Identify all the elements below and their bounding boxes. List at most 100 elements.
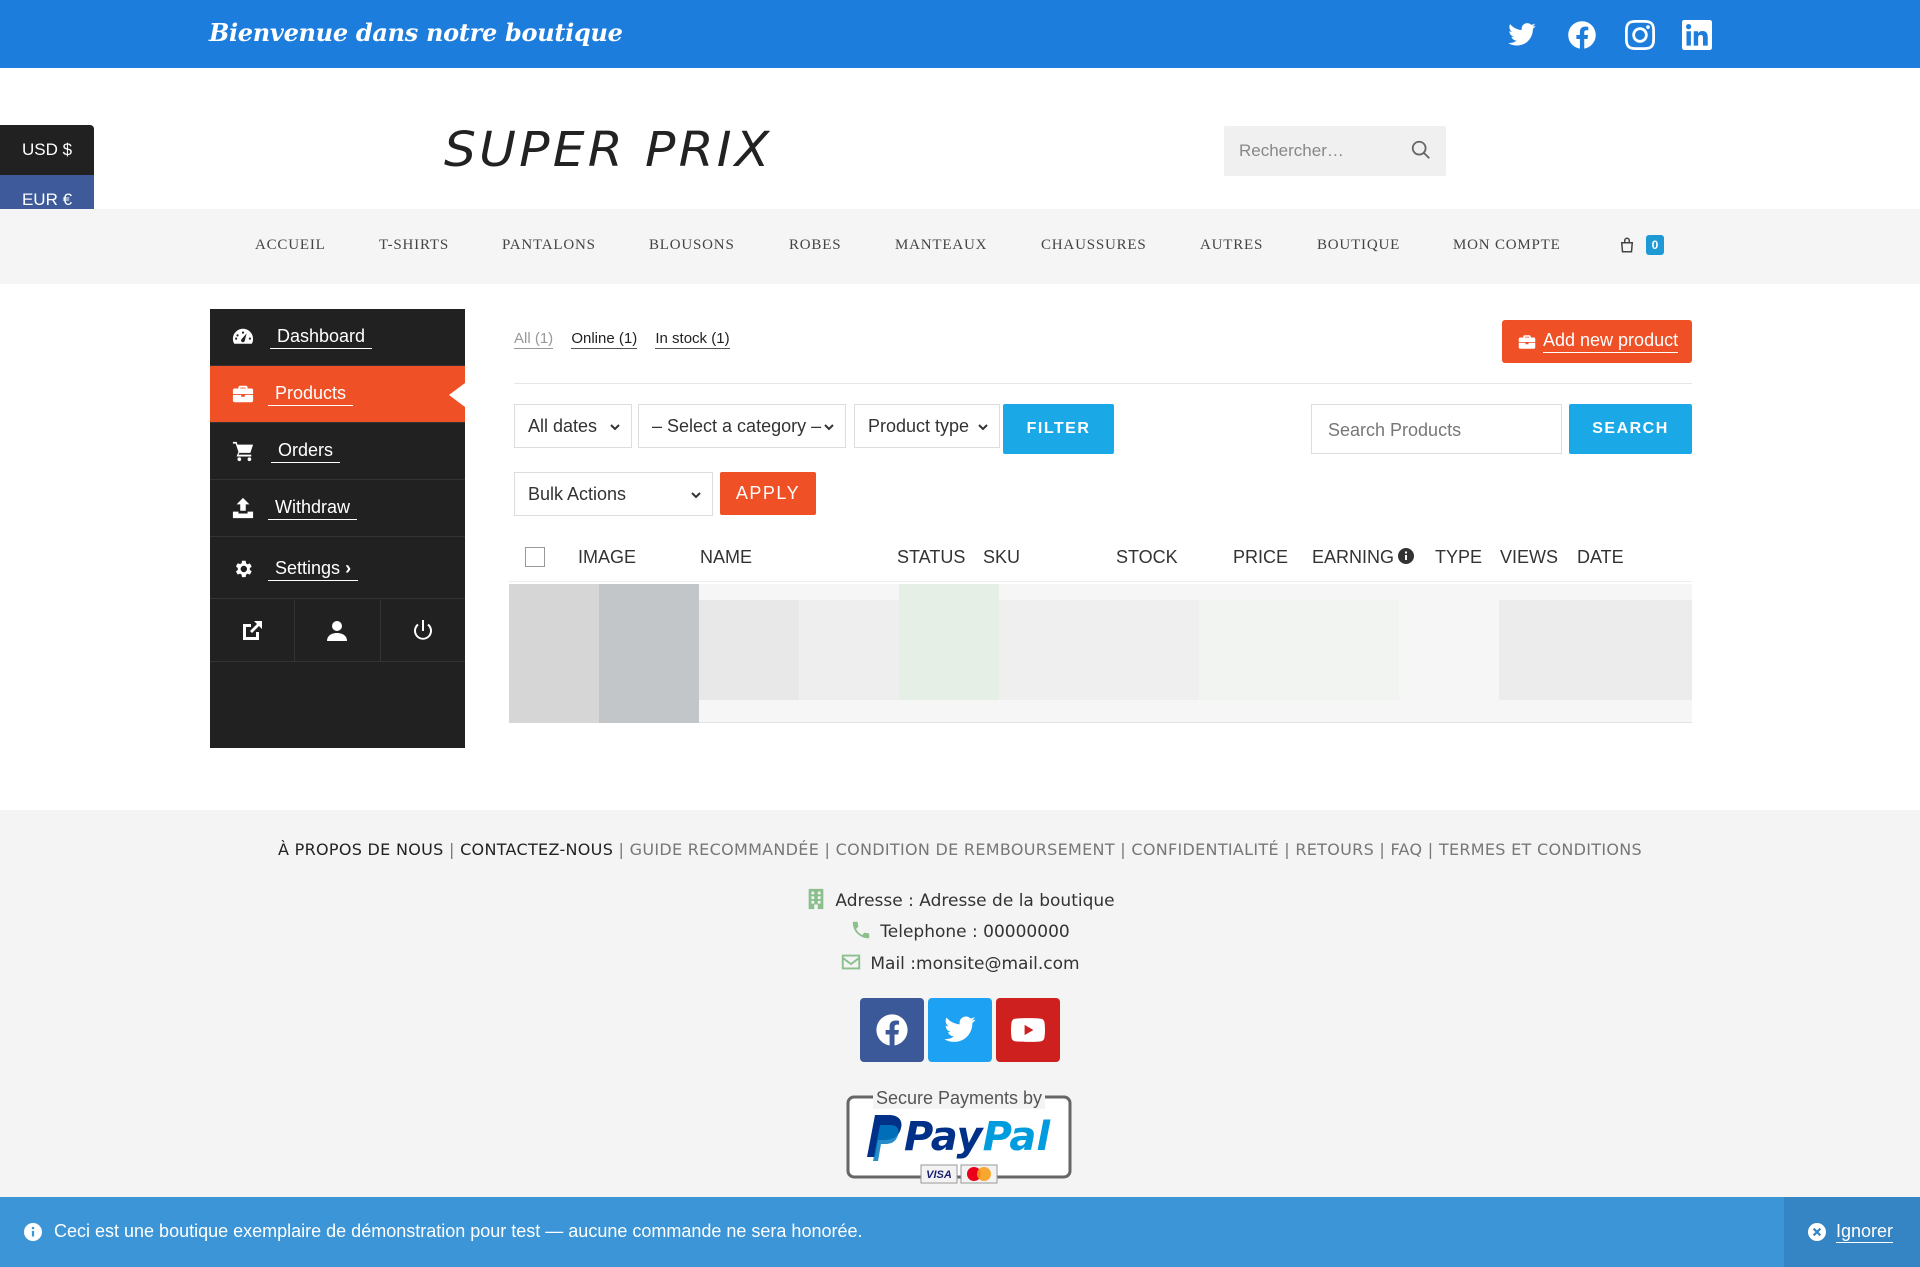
site-logo[interactable]: SUPER PRIX (444, 122, 772, 178)
briefcase-icon (1518, 334, 1536, 349)
tab-online[interactable]: Online (1) (571, 330, 638, 349)
upload-icon (231, 497, 255, 519)
header-search-placeholder: Rechercher… (1239, 141, 1344, 160)
cart-count-badge: 0 (1646, 235, 1664, 255)
footer-link-guide[interactable]: GUIDE RECOMMANDÉE (630, 840, 820, 859)
sidebar-label-withdraw: Withdraw (268, 497, 358, 520)
header-search-input[interactable]: Rechercher… (1224, 126, 1446, 176)
nav-item-autres[interactable]: AUTRES (1200, 237, 1263, 254)
facebook-icon[interactable] (860, 998, 924, 1062)
column-header-price[interactable]: PRICE (1233, 547, 1288, 568)
add-new-product-button[interactable]: Add new product (1502, 320, 1692, 363)
bag-icon (1620, 237, 1634, 253)
info-icon[interactable] (1398, 548, 1415, 564)
instagram-icon[interactable] (1623, 18, 1657, 52)
gear-icon (231, 558, 255, 580)
nav-item-blousons[interactable]: BLOUSONS (649, 237, 735, 254)
nav-item-accueil[interactable]: ACCUEIL (255, 237, 326, 254)
dismiss-notice-button[interactable]: Ignorer (1784, 1197, 1920, 1267)
mail-icon (842, 954, 861, 970)
column-header-image: IMAGE (578, 547, 637, 567)
category-filter-select[interactable]: – Select a category – (638, 404, 846, 448)
column-header-status: STATUS (897, 547, 966, 567)
external-link-icon[interactable] (210, 600, 296, 661)
date-filter-select[interactable]: All dates (514, 404, 632, 448)
divider (514, 383, 1692, 384)
nav-item-boutique[interactable]: BOUTIQUE (1317, 237, 1400, 254)
svg-text:VISA: VISA (926, 1169, 952, 1181)
chevron-down-icon (691, 492, 701, 499)
top-bar: Bienvenue dans notre boutique (0, 0, 1920, 68)
building-icon (809, 888, 824, 910)
nav-item-tshirts[interactable]: T-SHIRTS (379, 237, 449, 254)
info-icon (24, 1222, 42, 1241)
search-icon[interactable] (1410, 139, 1432, 161)
youtube-icon[interactable] (996, 998, 1060, 1062)
linkedin-icon[interactable] (1680, 18, 1714, 52)
chevron-down-icon (610, 424, 620, 431)
column-header-views: VIEWS (1500, 547, 1559, 567)
sidebar-item-dashboard[interactable]: Dashboard (210, 309, 465, 366)
sidebar-item-settings[interactable]: Settings › (210, 538, 465, 599)
column-header-date[interactable]: DATE (1577, 547, 1624, 568)
sidebar-label-products: Products (268, 383, 354, 406)
facebook-icon[interactable] (1565, 18, 1599, 52)
site-footer: À PROPOS DE NOUS | CONTACTEZ-NOUS | GUID… (0, 810, 1920, 1197)
product-row-cell (1199, 600, 1399, 700)
bulk-actions-select[interactable]: Bulk Actions (514, 472, 713, 516)
tab-in-stock[interactable]: In stock (1) (655, 330, 730, 349)
nav-item-mon-compte[interactable]: MON COMPTE (1453, 237, 1561, 254)
twitter-icon[interactable] (1505, 18, 1539, 52)
currency-usd[interactable]: USD $ (0, 125, 94, 175)
search-products-input[interactable]: Search Products (1311, 404, 1562, 454)
column-header-earning: EARNING (1312, 547, 1415, 568)
nav-item-manteaux[interactable]: MANTEAUX (895, 237, 987, 254)
product-thumbnail[interactable] (599, 584, 699, 723)
product-row-cell (799, 600, 899, 700)
footer-link-privacy[interactable]: CONFIDENTIALITÉ (1131, 840, 1279, 859)
product-status-tabs: All (1) Online (1) In stock (1) (514, 330, 744, 349)
column-header-name[interactable]: NAME (700, 547, 752, 568)
footer-phone: Telephone : 00000000 (0, 919, 1920, 942)
power-icon[interactable] (381, 600, 465, 661)
main-nav: ACCUEIL T-SHIRTS PANTALONS BLOUSONS ROBE… (0, 209, 1920, 284)
column-header-type: TYPE (1435, 547, 1483, 567)
footer-link-faq[interactable]: FAQ (1391, 840, 1423, 859)
nav-item-chaussures[interactable]: CHAUSSURES (1041, 237, 1147, 254)
filter-button[interactable]: FILTER (1003, 404, 1114, 454)
select-all-checkbox[interactable] (525, 547, 545, 567)
footer-link-contact[interactable]: CONTACTEZ-NOUS (460, 840, 613, 859)
welcome-text: Bienvenue dans notre boutique (209, 18, 623, 47)
user-icon[interactable] (295, 600, 381, 661)
cart-button[interactable]: 0 (1618, 235, 1668, 258)
column-header-stock: STOCK (1116, 547, 1178, 567)
product-row-cell (509, 584, 599, 723)
sidebar-item-products[interactable]: Products (210, 366, 465, 423)
footer-link-refund[interactable]: CONDITION DE REMBOURSEMENT (836, 840, 1115, 859)
table-row[interactable] (509, 584, 1692, 723)
footer-link-terms[interactable]: TERMES ET CONDITIONS (1439, 840, 1642, 859)
close-circle-icon (1808, 1223, 1826, 1241)
sidebar-item-orders[interactable]: Orders (210, 423, 465, 480)
paypal-brand: PayPal (904, 1114, 1051, 1160)
column-header-sku[interactable]: SKU (983, 547, 1020, 568)
footer-link-returns[interactable]: RETOURS (1295, 840, 1374, 859)
product-type-select[interactable]: Product type (854, 404, 1000, 448)
sidebar-label-settings: Settings › (268, 558, 359, 581)
phone-icon (853, 921, 870, 939)
apply-button[interactable]: APPLY (720, 472, 816, 515)
chevron-right-icon: › (345, 558, 352, 578)
dashboard-sidebar: Dashboard Products Orders Withdraw Setti… (210, 309, 465, 748)
products-table-header: IMAGE NAME STATUS SKU STOCK PRICE EARNIN… (509, 534, 1692, 582)
search-button[interactable]: SEARCH (1569, 404, 1692, 454)
sidebar-item-withdraw[interactable]: Withdraw (210, 480, 465, 537)
tab-all[interactable]: All (1) (514, 330, 554, 349)
footer-link-about[interactable]: À PROPOS DE NOUS (278, 840, 444, 859)
footer-mail: Mail :monsite@mail.com (0, 951, 1920, 974)
demo-store-notice: Ceci est une boutique exemplaire de démo… (0, 1197, 1920, 1267)
nav-item-pantalons[interactable]: PANTALONS (502, 237, 596, 254)
nav-item-robes[interactable]: ROBES (789, 237, 841, 254)
twitter-icon[interactable] (928, 998, 992, 1062)
product-row-cell (899, 584, 999, 700)
cart-icon (231, 440, 255, 462)
